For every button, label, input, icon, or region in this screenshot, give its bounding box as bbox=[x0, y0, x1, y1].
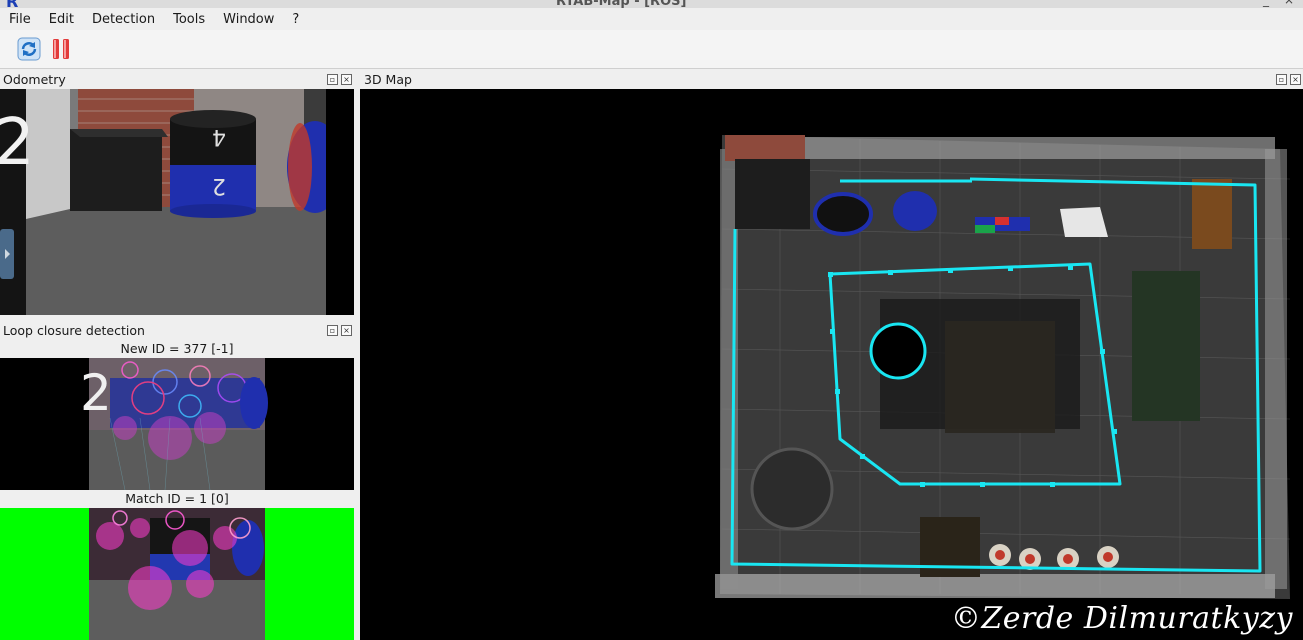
new-id-label: New ID = 377 [-1] bbox=[120, 341, 234, 356]
pause-button[interactable] bbox=[48, 36, 74, 62]
svg-text:2: 2 bbox=[212, 173, 226, 198]
map3d-view[interactable]: ©Zerde Dilmuratkyzy bbox=[360, 89, 1303, 640]
menu-file[interactable]: File bbox=[0, 12, 40, 27]
menu-detection[interactable]: Detection bbox=[83, 12, 164, 27]
refresh-button[interactable] bbox=[16, 36, 42, 62]
loop-dock-title: Loop closure detection bbox=[3, 320, 353, 340]
menu-window[interactable]: Window bbox=[214, 12, 283, 27]
odometry-dock-controls: ▫ × bbox=[327, 74, 352, 85]
menu-help[interactable]: ? bbox=[283, 12, 308, 27]
odometry-dock-title: Odometry bbox=[3, 69, 353, 89]
odometry-camera-image: 4 2 2 bbox=[0, 89, 354, 315]
svg-text:2: 2 bbox=[0, 106, 35, 180]
float-icon[interactable]: ▫ bbox=[327, 74, 338, 85]
refresh-icon bbox=[17, 37, 41, 61]
close-icon[interactable]: × bbox=[341, 325, 352, 336]
toolbar bbox=[0, 30, 1303, 69]
menu-tools[interactable]: Tools bbox=[164, 12, 214, 27]
odometry-title: Odometry bbox=[3, 71, 66, 87]
window-title: RTAB-Map - [ROS] bbox=[556, 0, 687, 8]
new-id-view[interactable]: 2 bbox=[0, 358, 354, 490]
svg-text:2: 2 bbox=[80, 364, 112, 422]
close-window-button[interactable]: × bbox=[1284, 0, 1294, 7]
point-cloud-map bbox=[360, 89, 1303, 640]
pause-icon bbox=[53, 39, 69, 59]
map-dock-title: 3D Map bbox=[364, 69, 1264, 89]
match-id-image bbox=[0, 508, 354, 640]
new-id-image: 2 bbox=[0, 358, 354, 490]
title-bar: R RTAB-Map - [ROS] _ × bbox=[0, 0, 1303, 8]
match-id-view[interactable] bbox=[0, 508, 354, 640]
loop-closure-title: Loop closure detection bbox=[3, 322, 145, 338]
float-icon[interactable]: ▫ bbox=[327, 325, 338, 336]
watermark: ©Zerde Dilmuratkyzy bbox=[950, 601, 1293, 636]
menu-edit[interactable]: Edit bbox=[40, 12, 83, 27]
loop-dock-controls: ▫ × bbox=[327, 325, 352, 336]
close-icon[interactable]: × bbox=[341, 74, 352, 85]
map-dock-controls: ▫ × bbox=[1276, 74, 1301, 85]
close-icon[interactable]: × bbox=[1290, 74, 1301, 85]
svg-text:4: 4 bbox=[212, 124, 226, 149]
app-logo: R bbox=[6, 0, 18, 8]
float-icon[interactable]: ▫ bbox=[1276, 74, 1287, 85]
map3d-title: 3D Map bbox=[364, 71, 412, 87]
match-id-label: Match ID = 1 [0] bbox=[125, 491, 229, 506]
menu-bar: File Edit Detection Tools Window ? bbox=[0, 8, 1303, 30]
minimize-button[interactable]: _ bbox=[1263, 0, 1269, 7]
odometry-view[interactable]: 4 2 2 bbox=[0, 89, 354, 315]
